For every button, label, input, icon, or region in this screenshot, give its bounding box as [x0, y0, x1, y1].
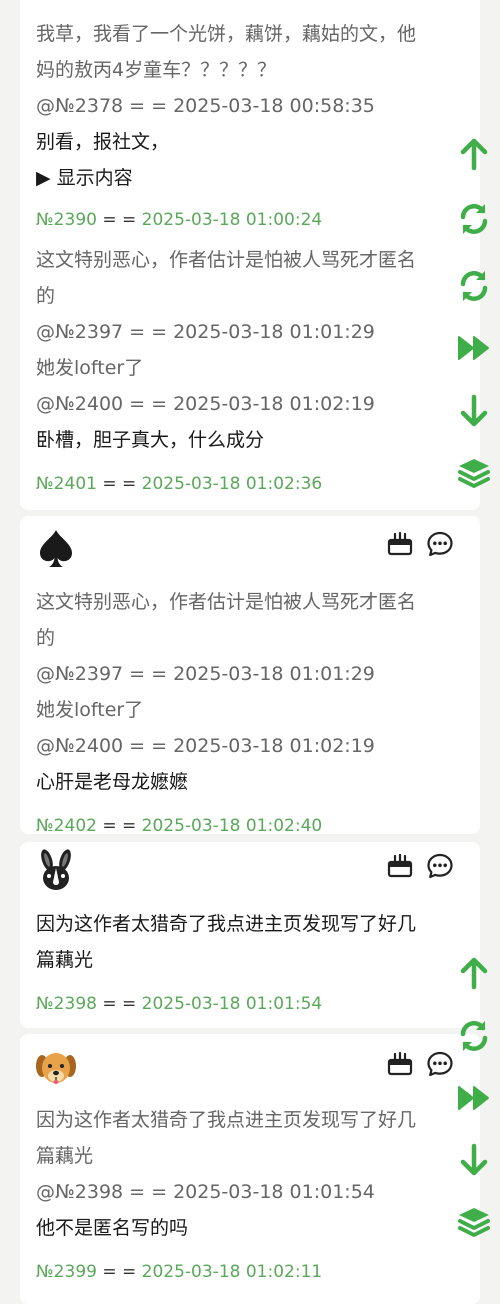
fast-forward-icon[interactable]	[456, 1080, 492, 1116]
reply-text: 心肝是老母龙嬷嬷	[36, 771, 189, 793]
post-number[interactable]: №2398	[36, 994, 97, 1014]
quote-reference[interactable]: @№2398 = = 2025-03-18 01:01:54	[36, 1174, 375, 1210]
layers-icon[interactable]	[456, 1204, 492, 1240]
comment-icon[interactable]	[426, 852, 454, 880]
post-timestamp: 2025-03-18 01:01:54	[141, 994, 323, 1014]
comment-icon[interactable]	[426, 530, 454, 558]
fast-forward-icon[interactable]	[456, 330, 492, 366]
post-author: = =	[96, 1262, 142, 1282]
comment-icon[interactable]	[426, 1050, 454, 1078]
post-timestamp: 2025-03-18 01:02:36	[141, 474, 323, 494]
refresh-icon[interactable]	[456, 1018, 492, 1054]
dog-icon	[36, 1053, 76, 1084]
reply-text: 因为这作者太猎奇了我点进主页发现写了好几	[36, 913, 417, 935]
quote-line: 的	[36, 627, 56, 649]
layers-icon[interactable]	[456, 455, 492, 491]
reply-text: 卧槽，胆子真大，什么成分	[36, 429, 265, 451]
reply-text: 他不是匿名写的吗	[36, 1217, 189, 1239]
post-number[interactable]: №2390	[36, 210, 97, 230]
quote-line: 篇藕光	[36, 1145, 94, 1167]
arrow-up-icon[interactable]	[456, 136, 492, 172]
post-meta: №2390 = = 2025-03-18 01:00:24	[36, 208, 322, 232]
quote-line: 她发lofter了	[36, 699, 144, 721]
quote-line: 妈的敖丙4岁童车？？？？？	[36, 59, 277, 81]
post-meta: №2402 = = 2025-03-18 01:02:40	[36, 814, 322, 838]
gift-icon[interactable]	[386, 530, 414, 558]
quote-reference[interactable]: @№2400 = = 2025-03-18 01:02:19	[36, 728, 375, 764]
show-content-toggle[interactable]: ▶ 显示内容	[36, 160, 133, 196]
quote-reference[interactable]: @№2397 = = 2025-03-18 01:01:29	[36, 656, 375, 692]
post-timestamp: 2025-03-18 01:02:11	[141, 1262, 323, 1282]
arrow-down-icon[interactable]	[456, 1142, 492, 1178]
quote-reference[interactable]: @№2400 = = 2025-03-18 01:02:19	[36, 386, 375, 422]
quote-line: 我草，我看了一个光饼，藕饼，藕姑的文，他	[36, 23, 417, 45]
post-author: = =	[96, 816, 142, 836]
post-author: = =	[96, 994, 142, 1014]
quote-reference[interactable]: @№2378 = = 2025-03-18 00:58:35	[36, 88, 375, 124]
post-meta: №2401 = = 2025-03-18 01:02:36	[36, 472, 322, 496]
arrow-down-icon[interactable]	[456, 393, 492, 429]
reply-text: 篇藕光	[36, 949, 94, 971]
reply-text: 别看，报社文，	[36, 131, 170, 153]
post-number[interactable]: №2399	[36, 1262, 97, 1282]
gift-icon[interactable]	[386, 852, 414, 880]
quote-line: 的	[36, 285, 56, 307]
post-author: = =	[96, 210, 142, 230]
post-meta: №2398 = = 2025-03-18 01:01:54	[36, 992, 322, 1016]
post-author: = =	[96, 474, 142, 494]
gift-icon[interactable]	[386, 1050, 414, 1078]
post-number[interactable]: №2402	[36, 816, 97, 836]
refresh-icon[interactable]	[456, 268, 492, 304]
post-timestamp: 2025-03-18 01:00:24	[141, 210, 323, 230]
arrow-up-icon[interactable]	[456, 955, 492, 991]
quote-reference[interactable]: @№2397 = = 2025-03-18 01:01:29	[36, 314, 375, 350]
quote-line: 这文特别恶心，作者估计是怕被人骂死才匿名	[36, 249, 417, 271]
quote-line: 她发lofter了	[36, 357, 144, 379]
rabbit-icon	[41, 849, 71, 890]
quote-line: 这文特别恶心，作者估计是怕被人骂死才匿名	[36, 591, 417, 613]
post-meta: №2399 = = 2025-03-18 01:02:11	[36, 1260, 322, 1284]
post-number[interactable]: №2401	[36, 474, 97, 494]
quote-line: 因为这作者太猎奇了我点进主页发现写了好几	[36, 1109, 417, 1131]
spade-icon	[40, 530, 72, 567]
post-timestamp: 2025-03-18 01:02:40	[141, 816, 323, 836]
refresh-icon[interactable]	[456, 201, 492, 237]
